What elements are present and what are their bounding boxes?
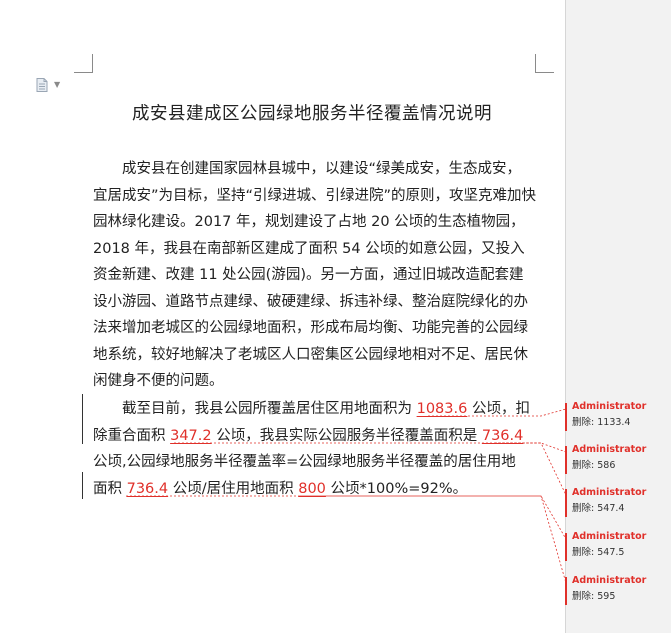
text-run: 公顷/居住用地面积 <box>168 480 299 497</box>
paragraph-line: 闲健身不便的问题。 <box>93 373 224 389</box>
revision-insert-3[interactable]: 736.4 <box>482 428 524 444</box>
paragraph-line: 法来增加老城区的公园绿地面积，形成布局均衡、功能完善的公园绿 <box>93 320 528 336</box>
revision-insert-4[interactable]: 736.4 <box>127 481 169 497</box>
paragraph-line: 除重合面积 347.2 公顷，我县实际公园服务半径覆盖面积是 736.4 <box>93 423 543 450</box>
paragraph-line: 2018 年，我县在南部新区建成了面积 54 公顷的如意公园，又投入 <box>93 240 525 257</box>
change-bar <box>82 472 83 499</box>
revision-balloon[interactable]: Administrator 删除: 595 <box>572 575 668 603</box>
comment-label: 删除: <box>572 591 595 602</box>
comment-bar <box>565 403 567 431</box>
comment-body: 删除: 1133.4 <box>572 416 668 429</box>
paragraph-line: 面积 736.4 公顷/居住用地面积 800 公顷*100%=92%。 <box>93 476 543 503</box>
text-run: 截至目前，我县公园所覆盖居住区用地面积为 <box>93 401 417 417</box>
comment-bar <box>565 446 567 474</box>
deleted-value: 547.5 <box>597 547 625 558</box>
text-run: 公顷，我县实际公园服务半径覆盖面积是 <box>211 427 482 444</box>
comment-label: 删除: <box>572 503 595 514</box>
paragraph-line: 截至目前，我县公园所覆盖居住区用地面积为 1083.6 公顷，扣 <box>93 396 543 423</box>
crop-mark-top-left <box>74 54 93 73</box>
text-run: 面积 <box>93 480 127 497</box>
revision-insert-1[interactable]: 1083.6 <box>417 401 468 417</box>
dropdown-caret-icon[interactable]: ▼ <box>54 80 60 89</box>
comment-label: 删除: <box>572 460 595 471</box>
revision-balloon[interactable]: Administrator 删除: 586 <box>572 444 668 472</box>
deleted-value: 595 <box>597 591 616 602</box>
comment-author: Administrator <box>572 444 647 455</box>
revision-insert-2[interactable]: 347.2 <box>170 428 212 444</box>
text-run: 除重合面积 <box>93 427 171 444</box>
paragraph-1: 成安县在创建国家园林县城中，以建设“绿美成安，生态成安， 宜居成安”为目标，坚持… <box>93 156 543 395</box>
paragraph-2: 截至目前，我县公园所覆盖居住区用地面积为 1083.6 公顷，扣 除重合面积 3… <box>93 396 543 502</box>
document-icon[interactable] <box>36 78 48 92</box>
comment-bar <box>565 577 567 605</box>
paragraph-line: 地系统，较好地解决了老城区人口密集区公园绿地相对不足、居民休 <box>93 346 528 363</box>
comment-bar <box>565 489 567 517</box>
revision-balloon[interactable]: Administrator 删除: 547.5 <box>572 531 668 559</box>
paragraph-line: 园林绿化建设。2017 年，规划建设了占地 20 公顷的生态植物园， <box>93 214 525 230</box>
paragraph-line: 设小游园、道路节点建绿、破硬建绿、拆违补绿、整治庭院绿化的办 <box>93 293 528 310</box>
comment-author: Administrator <box>572 401 647 412</box>
comment-label: 删除: <box>572 417 595 428</box>
revision-balloon[interactable]: Administrator 删除: 1133.4 <box>572 401 668 429</box>
comment-label: 删除: <box>572 547 595 558</box>
paragraph-line: 资金新建、改建 11 处公园(游园)。另一方面，通过旧城改造配套建 <box>93 267 524 283</box>
comment-author: Administrator <box>572 487 647 498</box>
comment-author: Administrator <box>572 575 647 586</box>
revision-balloon[interactable]: Administrator 删除: 547.4 <box>572 487 668 515</box>
comment-body: 删除: 595 <box>572 590 668 603</box>
deleted-value: 547.4 <box>597 503 625 514</box>
paragraph-line: 公顷,公园绿地服务半径覆盖率=公园绿地服务半径覆盖的居住用地 <box>93 454 516 470</box>
comment-body: 删除: 547.5 <box>572 546 668 559</box>
deleted-value: 1133.4 <box>597 417 631 428</box>
change-bar <box>82 394 83 444</box>
comment-author: Administrator <box>572 531 647 542</box>
revision-insert-5[interactable]: 800 <box>298 481 326 497</box>
comment-body: 删除: 586 <box>572 459 668 472</box>
comment-body: 删除: 547.4 <box>572 502 668 515</box>
text-run: 公顷*100%=92%。 <box>325 480 468 497</box>
comment-bar <box>565 533 567 561</box>
text-run: 公顷，扣 <box>467 401 530 417</box>
paragraph-line: 成安县在创建国家园林县城中，以建设“绿美成安，生态成安， <box>93 161 522 177</box>
document-title: 成安县建成区公园绿地服务半径覆盖情况说明 <box>132 104 492 124</box>
paragraph-line: 宜居成安”为目标，坚持“引绿进城、引绿进院”的原则，攻坚克难加快 <box>93 187 537 204</box>
deleted-value: 586 <box>597 460 616 471</box>
crop-mark-top-right <box>535 54 554 73</box>
